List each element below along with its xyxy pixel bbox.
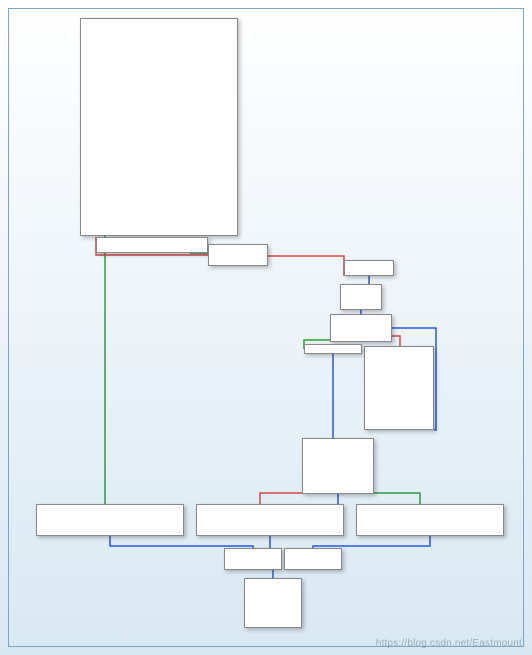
node-n8[interactable] xyxy=(302,438,374,494)
node-n1[interactable] xyxy=(96,237,208,253)
node-root[interactable] xyxy=(80,18,238,236)
node-n2[interactable] xyxy=(208,244,268,266)
node-n9a[interactable] xyxy=(36,504,184,536)
node-n11[interactable] xyxy=(244,578,302,628)
node-n9c[interactable] xyxy=(356,504,504,536)
node-n6[interactable] xyxy=(304,344,362,354)
node-n4[interactable] xyxy=(340,284,382,310)
node-n10b[interactable] xyxy=(284,548,342,570)
node-n10a[interactable] xyxy=(224,548,282,570)
node-n7[interactable] xyxy=(364,346,434,430)
node-n9b[interactable] xyxy=(196,504,344,536)
node-n5[interactable] xyxy=(330,314,392,342)
node-n3[interactable] xyxy=(344,260,394,276)
